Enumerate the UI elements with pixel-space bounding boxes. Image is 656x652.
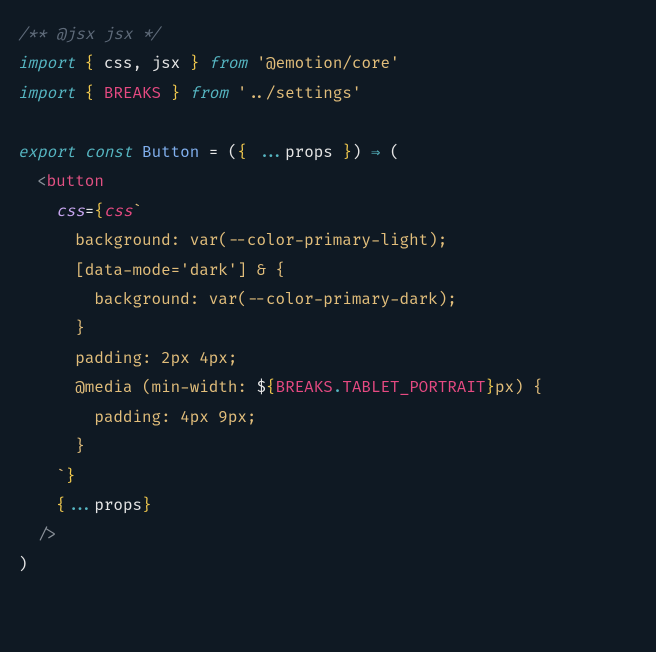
function-name: Button (142, 143, 199, 162)
code-line: /> (18, 520, 638, 549)
css-rule: background: var(--color-primary-light); (75, 231, 447, 250)
css-tag: css (104, 202, 133, 221)
css-rule: padding: 2px 4px; (75, 349, 237, 368)
jsx-close: /> (37, 525, 56, 544)
code-line: background: var(--color-primary-dark); (18, 285, 638, 314)
comment: /** @jsx jsx */ (18, 25, 161, 44)
code-line: } (18, 314, 638, 343)
keyword-const: const (85, 143, 133, 162)
css-rule: padding: 4px 9px; (94, 408, 256, 427)
code-line: padding: 2px 4px; (18, 344, 638, 373)
constant: BREAKS (276, 378, 333, 397)
code-line: import { css, jsx } from '@emotion/core' (18, 49, 638, 78)
string-literal: '../settings' (237, 84, 361, 103)
constant: TABLET_PORTRAIT (342, 378, 485, 397)
keyword-from: from (209, 54, 247, 73)
code-line: padding: 4px 9px; (18, 403, 638, 432)
jsx-attr: css (56, 202, 85, 221)
css-selector: [data-mode='dark'] & { (75, 261, 285, 280)
code-line: css={css` (18, 197, 638, 226)
code-line: /** @jsx jsx */ (18, 20, 638, 49)
code-line: ) (18, 550, 638, 579)
css-rule: background: var(--color-primary-dark); (94, 290, 456, 309)
code-block: /** @jsx jsx */ import { css, jsx } from… (18, 20, 638, 579)
keyword-export: export (18, 143, 75, 162)
string-literal: '@emotion/core' (257, 54, 400, 73)
media-query: @media (min-width: (75, 378, 256, 397)
code-line: } (18, 432, 638, 461)
code-line: @media (min-width: ${BREAKS.TABLET_PORTR… (18, 373, 638, 402)
keyword-import: import (18, 54, 75, 73)
code-line: [data-mode='dark'] & { (18, 256, 638, 285)
constant: BREAKS (104, 84, 161, 103)
blank-line (18, 108, 638, 137)
code-line: export const Button = ({ ...props }) ⇒ ( (18, 138, 638, 167)
keyword-import: import (18, 84, 75, 103)
jsx-tag: button (47, 172, 104, 191)
code-line: <button (18, 167, 638, 196)
arrow-operator: ⇒ (361, 143, 389, 162)
code-line: `} (18, 462, 638, 491)
code-line: import { BREAKS } from '../settings' (18, 79, 638, 108)
code-line: background: var(--color-primary-light); (18, 226, 638, 255)
keyword-from: from (190, 84, 228, 103)
code-line: {...props} (18, 491, 638, 520)
